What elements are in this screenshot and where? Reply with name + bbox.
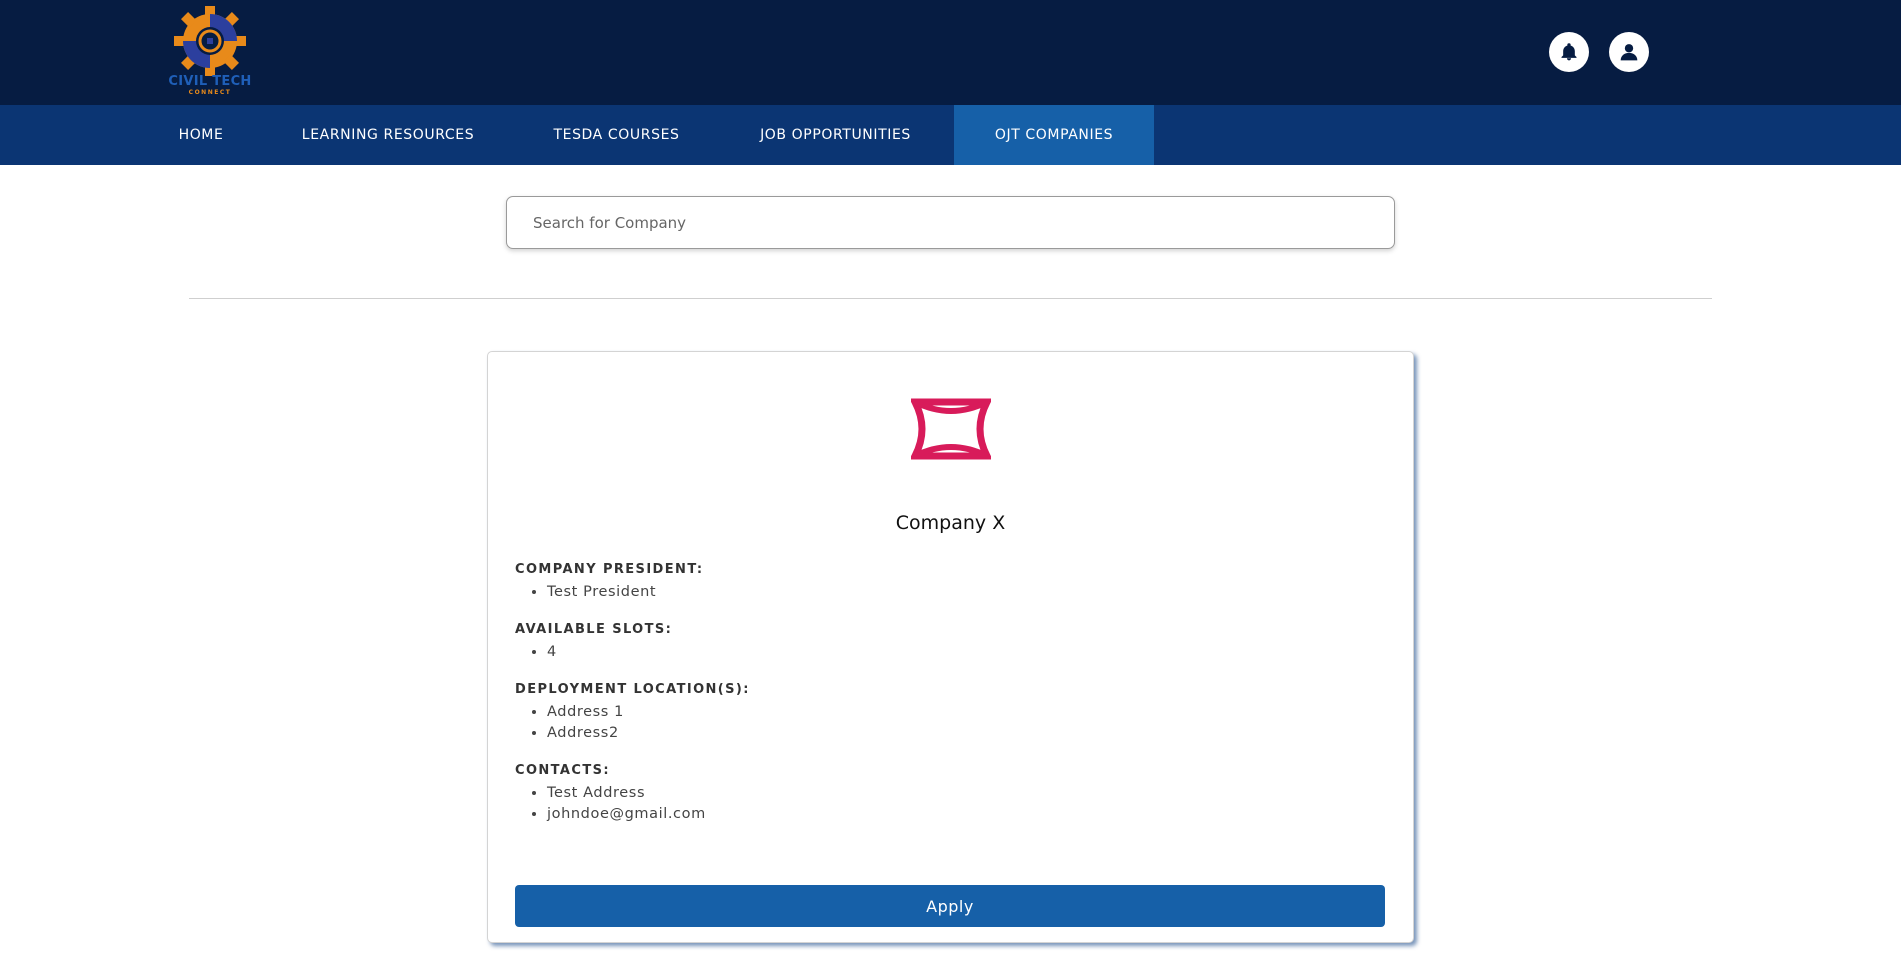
notifications-button[interactable] [1549, 32, 1589, 72]
available-slots-value: 4 [547, 642, 672, 663]
company-card: Company X COMPANY PRESIDENT: Test Presid… [487, 351, 1414, 943]
apply-button[interactable]: Apply [515, 885, 1385, 927]
deployment-location-item: Address 1 [547, 702, 750, 723]
company-x-logo-icon [911, 398, 991, 460]
company-president-label: COMPANY PRESIDENT: [515, 562, 704, 577]
user-icon [1620, 44, 1638, 61]
nav-item-learning-resources[interactable]: LEARNING RESOURCES [281, 105, 495, 165]
nav-item-home[interactable]: HOME [161, 105, 241, 165]
contact-email: johndoe@gmail.com [547, 804, 706, 825]
company-name: Company X [895, 512, 1006, 534]
contacts-label: CONTACTS: [515, 763, 610, 778]
available-slots-section: AVAILABLE SLOTS: 4 [515, 622, 672, 663]
civil-tech-logo[interactable]: CIVIL TECH CONNECT [165, 5, 255, 96]
available-slots-label: AVAILABLE SLOTS: [515, 622, 673, 637]
contact-address: Test Address [547, 783, 706, 804]
contacts-section: CONTACTS: Test Address johndoe@gmail.com [515, 763, 706, 825]
nav-item-ojt-companies[interactable]: OJT COMPANIES [954, 105, 1154, 165]
company-search-box [506, 196, 1395, 249]
nav-item-tesda-courses[interactable]: TESDA COURSES [535, 105, 698, 165]
main-navigation: HOME LEARNING RESOURCES TESDA COURSES JO… [0, 105, 1901, 165]
company-search-input[interactable] [507, 197, 1394, 248]
nav-item-job-opportunities[interactable]: JOB OPPORTUNITIES [738, 105, 933, 165]
deployment-locations-section: DEPLOYMENT LOCATION(S): Address 1 Addres… [515, 682, 750, 744]
bell-icon [1561, 43, 1577, 61]
top-header: CIVIL TECH CONNECT [0, 0, 1901, 105]
profile-button[interactable] [1609, 32, 1649, 72]
deployment-location-item: Address2 [547, 723, 750, 744]
company-president-section: COMPANY PRESIDENT: Test President [515, 562, 703, 603]
brand-name: CIVIL TECH [168, 74, 252, 89]
deployment-locations-label: DEPLOYMENT LOCATION(S): [515, 682, 750, 697]
brand-subtitle: CONNECT [188, 89, 232, 96]
gear-logo-icon [174, 5, 246, 77]
company-president-value: Test President [547, 582, 703, 603]
section-divider [189, 298, 1712, 299]
